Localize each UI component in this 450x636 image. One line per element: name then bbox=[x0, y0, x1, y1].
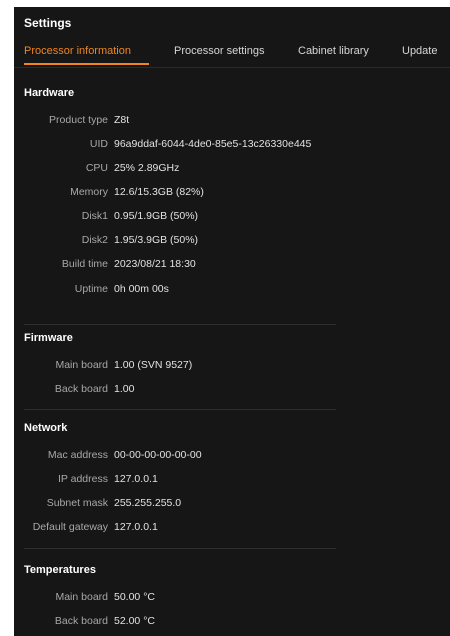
row-value: 1.95/3.9GB (50%) bbox=[114, 234, 199, 246]
row-value: 1.00 (SVN 9527) bbox=[114, 359, 193, 371]
row-label: UID bbox=[89, 138, 108, 150]
section-title-temperatures: Temperatures bbox=[24, 564, 96, 576]
info-row-disk1: Disk1 0.95/1.9GB (50%) bbox=[14, 210, 450, 226]
row-label: Uptime bbox=[74, 283, 108, 295]
row-label: Memory bbox=[70, 186, 108, 198]
row-label: Back board bbox=[54, 615, 108, 627]
section-title-network: Network bbox=[24, 422, 68, 434]
row-value: 50.00 °C bbox=[114, 591, 155, 603]
window-title: Settings bbox=[24, 16, 72, 30]
row-value: 0h 00m 00s bbox=[114, 283, 169, 295]
info-row-cpu: CPU 25% 2.89GHz bbox=[14, 162, 450, 178]
info-row-main-board-firmware: Main board 1.00 (SVN 9527) bbox=[14, 359, 450, 375]
row-label: Disk1 bbox=[81, 210, 108, 222]
info-row-memory: Memory 12.6/15.3GB (82%) bbox=[14, 186, 450, 202]
info-row-back-board-firmware: Back board 1.00 bbox=[14, 383, 450, 399]
row-label: Default gateway bbox=[32, 521, 108, 533]
info-row-ip-address: IP address 127.0.0.1 bbox=[14, 473, 450, 489]
info-row-disk2: Disk2 1.95/3.9GB (50%) bbox=[14, 234, 450, 250]
tab-bar: Processor information Processor settings… bbox=[14, 45, 450, 73]
info-row-mac-address: Mac address 00-00-00-00-00-00 bbox=[14, 449, 450, 465]
active-tab-indicator bbox=[24, 63, 149, 65]
row-label: Main board bbox=[55, 359, 108, 371]
info-row-uid: UID 96a9ddaf-6044-4de0-85e5-13c26330e445 bbox=[14, 138, 450, 154]
info-row-default-gateway: Default gateway 127.0.0.1 bbox=[14, 521, 450, 537]
tab-bar-divider bbox=[14, 67, 450, 68]
row-label: Back board bbox=[54, 383, 108, 395]
info-row-subnet-mask: Subnet mask 255.255.255.0 bbox=[14, 497, 450, 513]
section-title-firmware: Firmware bbox=[24, 332, 73, 344]
row-value: 52.00 °C bbox=[114, 615, 155, 627]
row-label: IP address bbox=[57, 473, 108, 485]
row-value: 00-00-00-00-00-00 bbox=[114, 449, 202, 461]
row-label: Mac address bbox=[47, 449, 108, 461]
row-value: 1.00 bbox=[114, 383, 135, 395]
section-divider bbox=[24, 324, 336, 325]
info-row-build-time: Build time 2023/08/21 18:30 bbox=[14, 258, 450, 274]
row-label: Disk2 bbox=[81, 234, 108, 246]
row-label: Main board bbox=[55, 591, 108, 603]
row-value: 127.0.0.1 bbox=[114, 521, 158, 533]
row-value: 255.255.255.0 bbox=[114, 497, 182, 509]
row-label: Subnet mask bbox=[46, 497, 108, 509]
info-row-back-board-temperature: Back board 52.00 °C bbox=[14, 615, 450, 631]
tab-cabinet-library[interactable]: Cabinet library bbox=[298, 45, 369, 65]
row-value: 2023/08/21 18:30 bbox=[114, 258, 196, 270]
info-row-product-type: Product type Z8t bbox=[14, 114, 450, 130]
row-value: 96a9ddaf-6044-4de0-85e5-13c26330e445 bbox=[114, 138, 312, 150]
row-value: 25% 2.89GHz bbox=[114, 162, 180, 174]
section-divider bbox=[24, 409, 336, 410]
section-title-hardware: Hardware bbox=[24, 87, 75, 99]
row-label: CPU bbox=[85, 162, 108, 174]
row-label: Product type bbox=[49, 114, 108, 126]
tab-processor-settings[interactable]: Processor settings bbox=[174, 45, 264, 65]
settings-panel: Settings Processor information Processor… bbox=[14, 7, 450, 636]
row-value: 0.95/1.9GB (50%) bbox=[114, 210, 199, 222]
tab-update[interactable]: Update bbox=[402, 45, 437, 65]
info-row-uptime: Uptime 0h 00m 00s bbox=[14, 283, 450, 299]
row-label: Build time bbox=[61, 258, 108, 270]
info-row-main-board-temperature: Main board 50.00 °C bbox=[14, 591, 450, 607]
tab-processor-information[interactable]: Processor information bbox=[24, 45, 131, 65]
row-value: 127.0.0.1 bbox=[114, 473, 158, 485]
row-value: 12.6/15.3GB (82%) bbox=[114, 186, 204, 198]
row-value: Z8t bbox=[114, 114, 130, 126]
section-divider bbox=[24, 548, 336, 549]
